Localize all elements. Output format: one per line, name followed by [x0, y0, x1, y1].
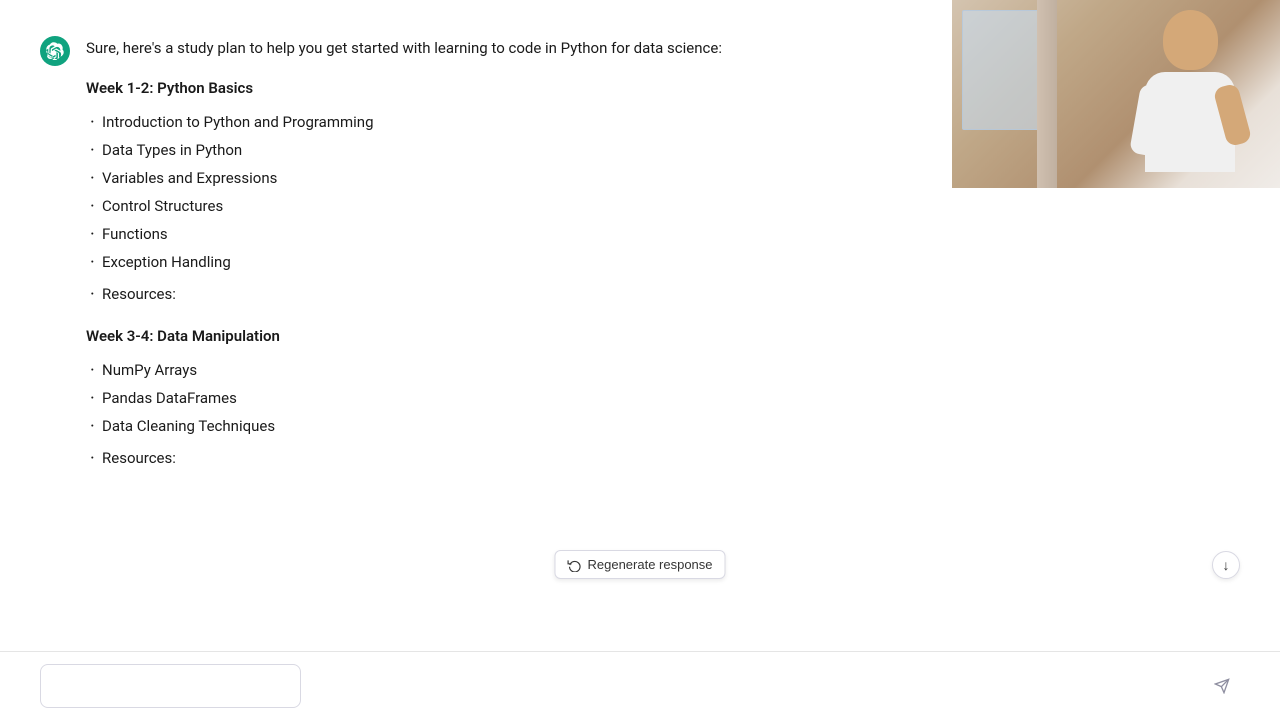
regenerate-button[interactable]: Regenerate response [554, 550, 725, 579]
intro-text: Sure, here's a study plan to help you ge… [86, 36, 946, 60]
regenerate-label: Regenerate response [587, 557, 712, 572]
chevron-down-icon: ↓ [1223, 557, 1230, 574]
scroll-down-button[interactable]: ↓ [1212, 551, 1240, 579]
video-feed [952, 0, 1280, 188]
person-head [1163, 10, 1218, 70]
list-item: Introduction to Python and Programming [86, 110, 946, 134]
list-item: Pandas DataFrames [86, 386, 946, 410]
message-content: Sure, here's a study plan to help you ge… [86, 36, 946, 488]
list-item: Control Structures [86, 194, 946, 218]
week1-block: Week 1-2: Python Basics Introduction to … [86, 76, 946, 306]
resources-label: Resources: [86, 282, 946, 306]
week2-topics: NumPy Arrays Pandas DataFrames Data Clea… [86, 358, 946, 438]
person-silhouette [1120, 10, 1260, 188]
regenerate-icon [567, 558, 581, 572]
week2-heading: Week 3-4: Data Manipulation [86, 324, 946, 348]
input-area [0, 651, 1280, 720]
week2-block: Week 3-4: Data Manipulation NumPy Arrays… [86, 324, 946, 470]
list-item: NumPy Arrays [86, 358, 946, 382]
list-item: Variables and Expressions [86, 166, 946, 190]
list-item: Data Types in Python [86, 138, 946, 162]
week1-topics: Introduction to Python and Programming D… [86, 110, 946, 274]
resources-label: Resources: [86, 446, 946, 470]
send-button[interactable] [1214, 678, 1230, 694]
input-wrapper [40, 664, 1240, 708]
chat-input[interactable] [40, 664, 301, 708]
send-icon [1214, 678, 1230, 694]
video-overlay [952, 0, 1280, 188]
week2-resources-label: Resources: [86, 446, 946, 470]
week1-resources-label: Resources: [86, 282, 946, 306]
person-hair [1158, 2, 1223, 52]
week1-heading: Week 1-2: Python Basics [86, 76, 946, 100]
background-window [962, 10, 1042, 130]
list-item: Functions [86, 222, 946, 246]
list-item: Exception Handling [86, 250, 946, 274]
main-container: Sure, here's a study plan to help you ge… [0, 0, 1280, 651]
list-item: Data Cleaning Techniques [86, 414, 946, 438]
assistant-avatar [40, 36, 70, 66]
column-detail [1037, 0, 1057, 188]
